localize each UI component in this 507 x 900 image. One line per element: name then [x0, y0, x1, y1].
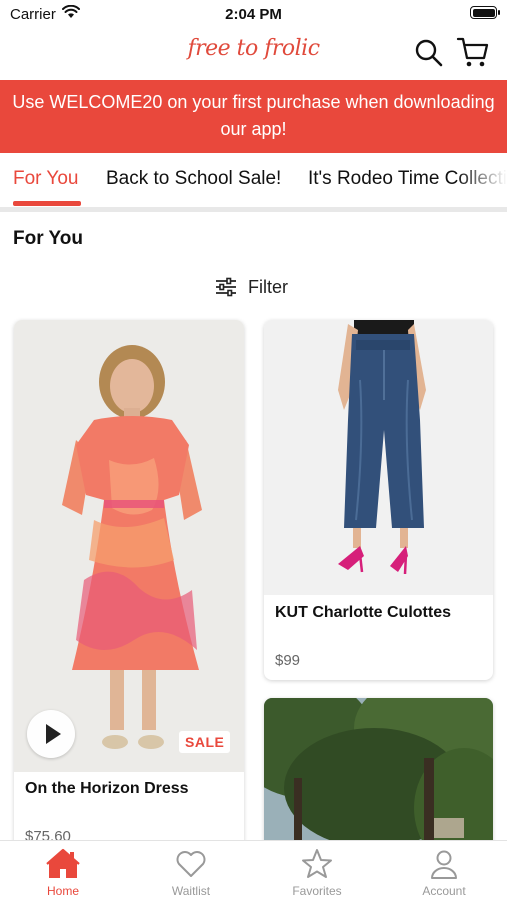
tabbar-label: Account [422, 884, 466, 898]
star-icon [302, 849, 332, 878]
tabbar-label: Home [46, 884, 79, 898]
tabbar-item-home[interactable]: Home [13, 847, 113, 898]
category-tabs: For You Back to School Sale! It's Rodeo … [0, 153, 507, 208]
tabbar-item-account[interactable]: Account [394, 847, 494, 898]
tabbar-item-waitlist[interactable]: Waitlist [141, 847, 241, 898]
product-price: $99 [275, 652, 301, 669]
status-bar: Carrier 2:04 PM [0, 0, 507, 30]
battery-icon [470, 6, 500, 19]
product-image[interactable] [264, 320, 493, 595]
product-card[interactable]: SALE On the Horizon Dress $75.60 [14, 320, 244, 860]
search-icon[interactable] [414, 38, 444, 68]
filter-icon [216, 277, 236, 297]
clock: 2:04 PM [225, 6, 282, 23]
promo-banner[interactable]: Use WELCOME20 on your first purchase whe… [0, 80, 507, 153]
tabbar-label: Favorites [292, 884, 342, 898]
product-name[interactable]: KUT Charlotte Culottes [275, 604, 451, 622]
tabs-fade [457, 153, 507, 203]
filter-button[interactable]: Filter [214, 274, 288, 300]
tabbar-label: Waitlist [171, 884, 211, 898]
filter-label: Filter [248, 276, 288, 297]
person-icon [431, 850, 457, 879]
section-title: For You [13, 228, 84, 249]
sale-badge: SALE [179, 731, 231, 753]
cart-icon[interactable] [456, 36, 490, 68]
bottom-tab-bar: Home Waitlist Favorites Account [0, 840, 507, 900]
divider [0, 207, 507, 212]
tabbar-item-favorites[interactable]: Favorites [267, 847, 367, 898]
promo-text: Use WELCOME20 on your first purchase whe… [12, 92, 495, 139]
active-tab-indicator [13, 201, 81, 206]
tab-for-you[interactable]: For You [13, 168, 79, 190]
home-icon [46, 848, 80, 878]
product-name[interactable]: On the Horizon Dress [25, 780, 189, 798]
product-card[interactable]: KUT Charlotte Culottes $99 [264, 320, 493, 680]
play-video-button[interactable] [27, 710, 75, 758]
product-image[interactable] [14, 320, 244, 772]
heart-icon [176, 851, 206, 877]
app-header: free to frolic [0, 30, 507, 80]
tab-back-to-school[interactable]: Back to School Sale! [106, 168, 281, 190]
